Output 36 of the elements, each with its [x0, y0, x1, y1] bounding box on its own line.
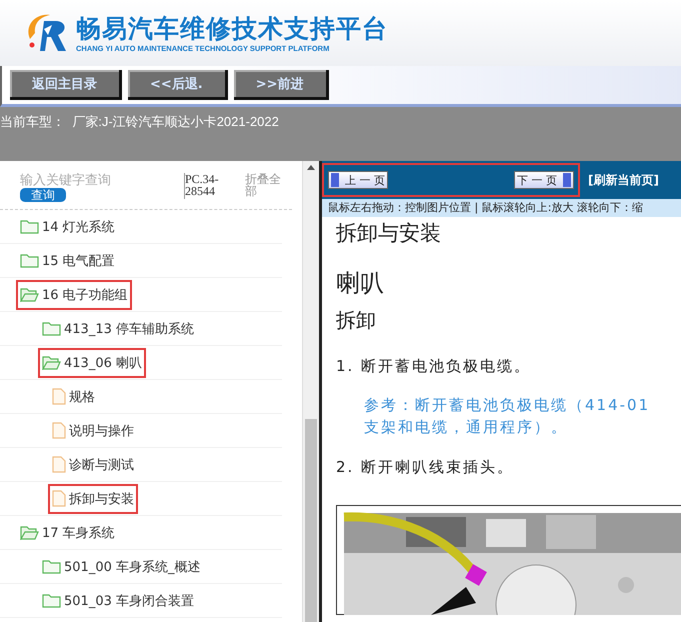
tree-item[interactable]: 拆卸与安装	[48, 484, 138, 514]
vehicle-model: 厂家:J-江铃汽车顺达小卡2021-2022	[71, 113, 279, 131]
tree-item[interactable]: 15 电气配置	[16, 246, 119, 276]
step-text: 2. 断开喇叭线束插头。	[336, 458, 516, 477]
nav-button[interactable]: >>前进	[234, 70, 329, 100]
tree-item[interactable]: 413_13 停车辅助系统	[38, 314, 198, 344]
tree-item[interactable]: 规格	[48, 382, 99, 412]
site-title: 畅易汽车维修技术支持平台	[76, 14, 388, 44]
document-icon	[52, 388, 66, 405]
search-button[interactable]: 查询	[20, 188, 66, 202]
nav-button[interactable]: 返回主目录	[10, 70, 122, 100]
scrollbar[interactable]	[302, 161, 319, 622]
document-icon	[52, 456, 66, 473]
previous-page-button[interactable]: 上 一 页	[328, 171, 388, 189]
section-heading: 拆卸	[336, 307, 377, 334]
tree-item[interactable]: 413_06 喇叭	[38, 348, 146, 378]
nav-button[interactable]: <<后退.	[128, 70, 228, 100]
document-title: 拆卸与安装	[336, 220, 442, 247]
tree-item[interactable]: 501_00 车身系统_概述	[38, 552, 204, 582]
step-text: 1. 断开蓄电池负极电缆。	[336, 357, 532, 376]
vehicle-label: 当前车型：	[0, 113, 66, 131]
tree-item[interactable]: 诊断与测试	[48, 450, 138, 480]
document-icon	[52, 422, 66, 439]
tree-item[interactable]: 17 车身系统	[16, 518, 119, 548]
reference-text: 参考：断开蓄电池负极电缆（414-01	[364, 395, 650, 416]
tree-item[interactable]: 说明与操作	[48, 416, 138, 446]
tree-item[interactable]: 16 电子功能组	[16, 280, 132, 310]
reference-text: 支架和电缆，通用程序）。	[364, 417, 568, 438]
usage-hint: 鼠标左右拖动：控制图片位置 | 鼠标滚轮向上:放大 滚轮向下：缩	[322, 199, 681, 217]
tree-item[interactable]: 14 灯光系统	[16, 212, 119, 242]
refresh-link[interactable]: [刷新当前页]	[588, 172, 659, 188]
tree-item[interactable]: 501_03 车身闭合装置	[38, 586, 198, 616]
next-page-button[interactable]: 下 一 页	[514, 171, 574, 189]
document-heading: 喇叭	[336, 268, 385, 299]
document-icon	[52, 490, 66, 507]
catalog-code: PC.34-28544	[184, 173, 225, 199]
